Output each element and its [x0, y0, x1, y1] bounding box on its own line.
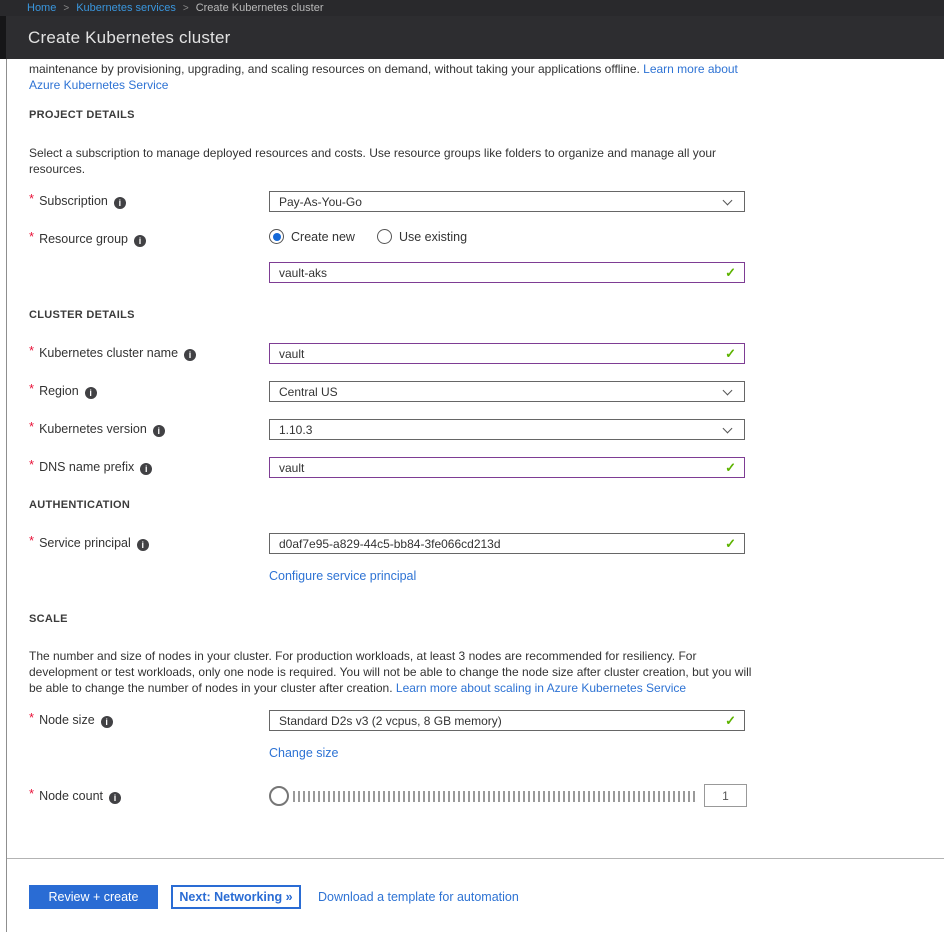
- intro-text: maintenance by provisioning, upgrading, …: [29, 61, 743, 93]
- resource-group-label-text: Resource group: [39, 232, 128, 246]
- node-count-slider-track[interactable]: [293, 791, 697, 802]
- kubernetes-version-label: * Kubernetes version i: [29, 422, 165, 437]
- required-marker: *: [29, 343, 34, 358]
- required-marker: *: [29, 457, 34, 472]
- subscription-label: * Subscription i: [29, 194, 126, 209]
- subscription-dropdown[interactable]: Pay-As-You-Go: [269, 191, 745, 212]
- info-icon[interactable]: i: [184, 349, 196, 361]
- configure-service-principal-link[interactable]: Configure service principal: [269, 569, 416, 583]
- valid-check-icon: ✓: [725, 346, 736, 362]
- required-marker: *: [29, 191, 34, 206]
- next-networking-button[interactable]: Next: Networking »: [171, 885, 301, 909]
- breadcrumb-kubernetes-services[interactable]: Kubernetes services: [76, 2, 176, 14]
- service-principal-value: d0af7e95-a829-44c5-bb84-3fe066cd213d: [279, 537, 501, 551]
- cluster-name-input[interactable]: vault ✓: [269, 343, 745, 364]
- info-icon[interactable]: i: [101, 716, 113, 728]
- resource-group-name-value: vault-aks: [279, 266, 327, 280]
- dns-prefix-input[interactable]: vault ✓: [269, 457, 745, 478]
- section-project-details: PROJECT DETAILS: [29, 109, 135, 121]
- section-scale: SCALE: [29, 613, 68, 625]
- blade-header: Create Kubernetes cluster: [6, 16, 944, 59]
- node-count-row: 1: [7, 786, 944, 810]
- radio-create-new[interactable]: [269, 229, 284, 244]
- chevron-down-icon: [723, 386, 733, 396]
- valid-check-icon: ✓: [725, 536, 736, 552]
- kubernetes-version-dropdown[interactable]: 1.10.3: [269, 419, 745, 440]
- radio-use-existing-label[interactable]: Use existing: [399, 230, 467, 244]
- region-label: * Regioni: [29, 384, 97, 399]
- cluster-name-label: * Kubernetes cluster name i: [29, 346, 196, 361]
- intro-text-body: maintenance by provisioning, upgrading, …: [29, 62, 643, 76]
- service-principal-input[interactable]: d0af7e95-a829-44c5-bb84-3fe066cd213d ✓: [269, 533, 745, 554]
- dns-prefix-label-text: DNS name prefix: [39, 460, 134, 474]
- footer-divider: [7, 858, 944, 859]
- info-icon[interactable]: i: [140, 463, 152, 475]
- required-marker: *: [29, 229, 34, 244]
- chevron-down-icon: [723, 424, 733, 434]
- footer: Review + create Next: Networking » Downl…: [7, 885, 944, 915]
- page: Home > Kubernetes services > Create Kube…: [0, 0, 944, 932]
- valid-check-icon: ✓: [725, 460, 736, 476]
- dns-prefix-value: vault: [279, 461, 304, 475]
- subscription-value: Pay-As-You-Go: [279, 195, 362, 209]
- region-label-text: Region: [39, 384, 79, 398]
- info-icon[interactable]: i: [137, 539, 149, 551]
- service-principal-label-text: Service principal: [39, 536, 131, 550]
- resource-group-radio-group: Create new Use existing: [269, 229, 467, 244]
- subscription-label-text: Subscription: [39, 194, 108, 208]
- required-marker: *: [29, 381, 34, 396]
- valid-check-icon: ✓: [725, 713, 736, 729]
- breadcrumb-home[interactable]: Home: [27, 2, 56, 14]
- node-count-input[interactable]: 1: [704, 784, 747, 807]
- node-size-field[interactable]: Standard D2s v3 (2 vcpus, 8 GB memory) ✓: [269, 710, 745, 731]
- page-title: Create Kubernetes cluster: [28, 28, 231, 48]
- node-size-label-text: Node size: [39, 713, 95, 727]
- resource-group-label: * Resource group i: [29, 232, 146, 247]
- breadcrumb-separator-icon: >: [183, 3, 189, 14]
- create-cluster-blade: maintenance by provisioning, upgrading, …: [6, 59, 944, 932]
- learn-more-scaling-link[interactable]: Learn more about scaling in Azure Kubern…: [396, 681, 686, 695]
- kubernetes-version-label-text: Kubernetes version: [39, 422, 147, 436]
- info-icon[interactable]: i: [134, 235, 146, 247]
- breadcrumb-separator-icon: >: [63, 3, 69, 14]
- kubernetes-version-value: 1.10.3: [279, 423, 312, 437]
- section-authentication: AUTHENTICATION: [29, 499, 130, 511]
- dns-prefix-label: * DNS name prefix i: [29, 460, 152, 475]
- info-icon[interactable]: i: [114, 197, 126, 209]
- required-marker: *: [29, 419, 34, 434]
- node-size-value: Standard D2s v3 (2 vcpus, 8 GB memory): [279, 714, 502, 728]
- service-principal-label: * Service principal i: [29, 536, 149, 551]
- node-count-slider-handle[interactable]: [269, 786, 289, 806]
- chevron-down-icon: [723, 196, 733, 206]
- region-dropdown[interactable]: Central US: [269, 381, 745, 402]
- valid-check-icon: ✓: [725, 265, 736, 281]
- download-template-link[interactable]: Download a template for automation: [318, 890, 519, 904]
- breadcrumb-current: Create Kubernetes cluster: [196, 2, 324, 14]
- resource-group-name-input[interactable]: vault-aks ✓: [269, 262, 745, 283]
- required-marker: *: [29, 710, 34, 725]
- node-size-label: * Node size i: [29, 713, 113, 728]
- cluster-name-value: vault: [279, 347, 304, 361]
- info-icon[interactable]: i: [85, 387, 97, 399]
- info-icon[interactable]: i: [153, 425, 165, 437]
- breadcrumb: Home > Kubernetes services > Create Kube…: [0, 0, 944, 16]
- change-size-link[interactable]: Change size: [269, 746, 339, 760]
- review-create-button[interactable]: Review + create: [29, 885, 158, 909]
- project-details-description: Select a subscription to manage deployed…: [29, 145, 729, 177]
- scale-description: The number and size of nodes in your clu…: [29, 648, 755, 696]
- radio-use-existing[interactable]: [377, 229, 392, 244]
- cluster-name-label-text: Kubernetes cluster name: [39, 346, 178, 360]
- section-cluster-details: CLUSTER DETAILS: [29, 309, 135, 321]
- required-marker: *: [29, 533, 34, 548]
- region-value: Central US: [279, 385, 338, 399]
- radio-create-new-label[interactable]: Create new: [291, 230, 355, 244]
